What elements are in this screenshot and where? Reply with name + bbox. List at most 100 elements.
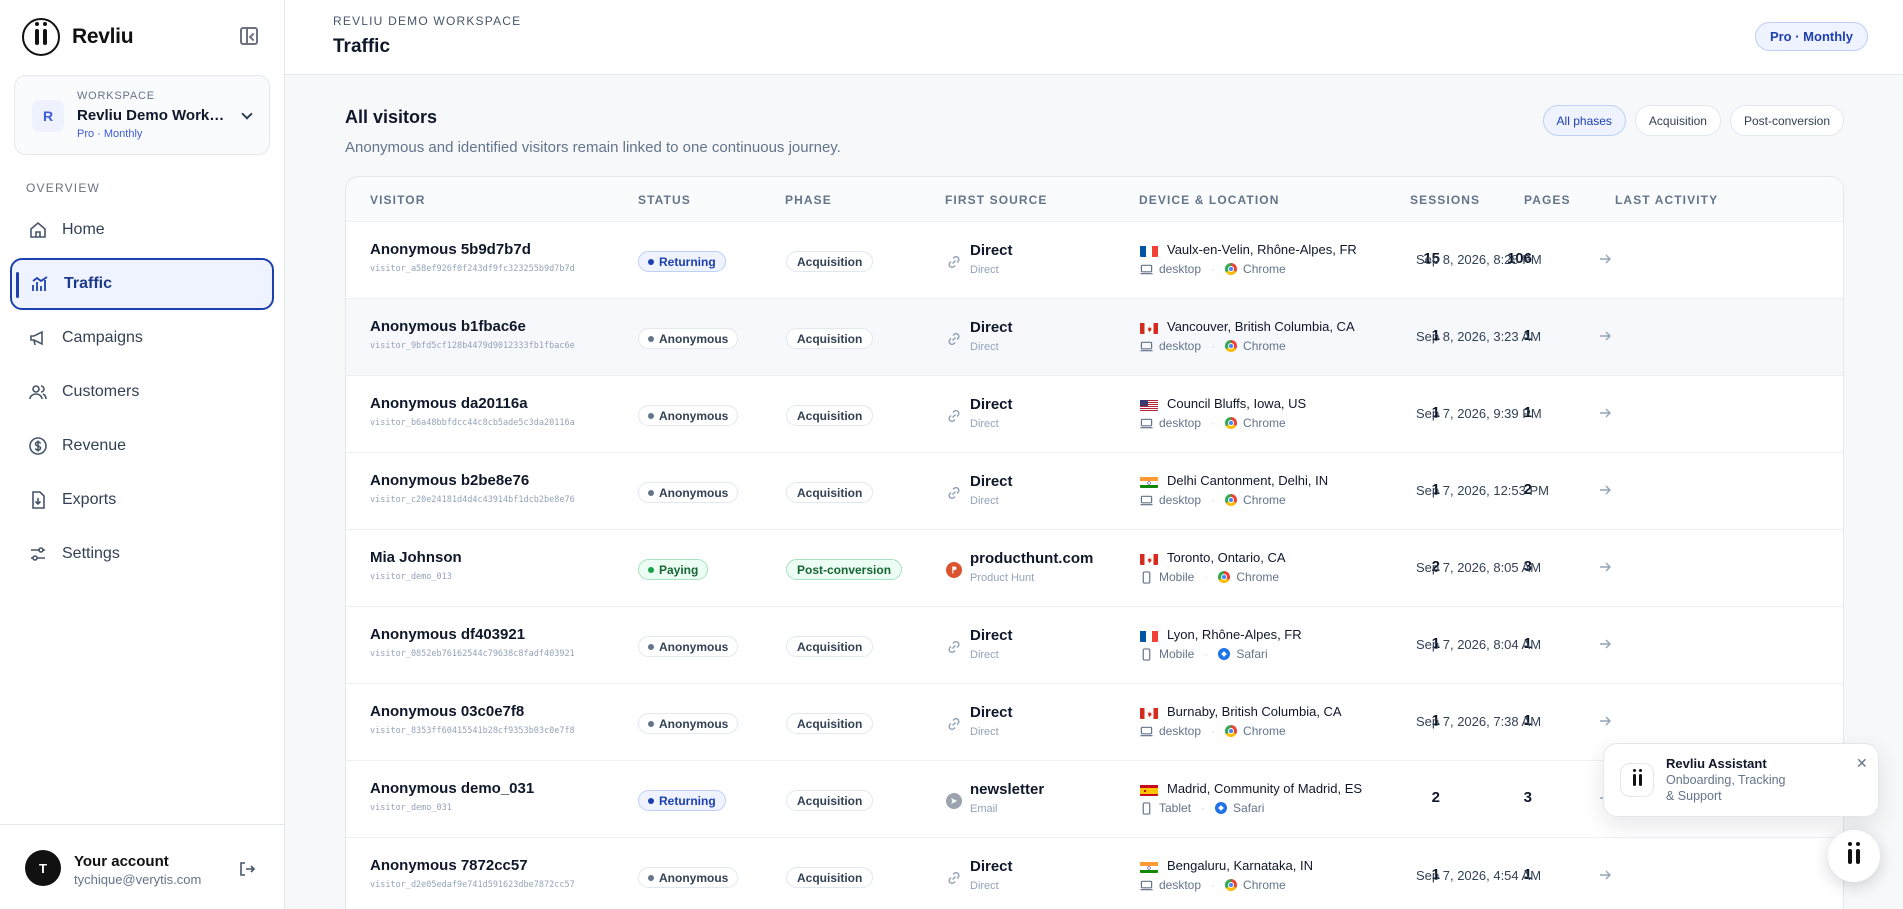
mobile-icon bbox=[1140, 647, 1153, 661]
first-source: Direct bbox=[970, 627, 1013, 644]
section-subtitle: Anonymous and identified visitors remain… bbox=[345, 139, 841, 156]
visitor-name[interactable]: Anonymous 7872cc57 bbox=[370, 857, 528, 874]
table-row[interactable]: Anonymous b2be8e76 visitor_c20e24181d4d4c… bbox=[346, 453, 1843, 530]
assistant-launcher-button[interactable] bbox=[1828, 830, 1880, 882]
chrome-icon bbox=[1225, 340, 1238, 352]
status-badge: Anonymous bbox=[638, 636, 739, 657]
visitor-id: visitor_b6a48bbfdcc44c8cb5ade5c3da20116a bbox=[370, 418, 575, 428]
status-dot-icon bbox=[648, 797, 654, 804]
separator: · bbox=[1211, 339, 1216, 353]
device-info: desktop · Chrome bbox=[1140, 339, 1286, 353]
visitor-name[interactable]: Anonymous da20116a bbox=[370, 395, 528, 412]
visitor-name[interactable]: Anonymous 03c0e7f8 bbox=[370, 703, 524, 720]
safari-icon bbox=[1218, 648, 1231, 660]
sidebar-item-traffic[interactable]: Traffic bbox=[10, 258, 274, 310]
flag-us-icon bbox=[1140, 399, 1158, 411]
arrow-right-icon[interactable] bbox=[1598, 637, 1612, 651]
arrow-right-icon[interactable] bbox=[1598, 714, 1612, 728]
status-badge: Anonymous bbox=[638, 867, 739, 888]
phase-badge: Post-conversion bbox=[786, 559, 903, 580]
table-row[interactable]: Anonymous b1fbac6e visitor_9bfd5cf128b447… bbox=[346, 299, 1843, 376]
table-row[interactable]: Anonymous df403921 visitor_0852eb76162544… bbox=[346, 607, 1843, 684]
desktop-icon bbox=[1140, 494, 1153, 507]
sidebar-item-campaigns[interactable]: Campaigns bbox=[10, 312, 274, 364]
location: Toronto, Ontario, CA bbox=[1167, 550, 1286, 565]
arrow-right-icon[interactable] bbox=[1598, 560, 1612, 574]
table-row[interactable]: Anonymous 7872cc57 visitor_d2e05edaf9e741… bbox=[346, 838, 1843, 909]
device-type: Mobile bbox=[1159, 570, 1195, 584]
status-badge: Returning bbox=[638, 790, 726, 811]
avatar[interactable]: T bbox=[25, 850, 61, 886]
table-row[interactable]: Mia Johnson visitor_demo_013 Paying Post-co… bbox=[346, 530, 1843, 607]
visitor-name[interactable]: Anonymous 5b9d7b7d bbox=[370, 241, 531, 258]
last-activity: Sep 7, 2026, 8:05 AM bbox=[1416, 560, 1542, 575]
close-icon[interactable]: ✕ bbox=[1856, 755, 1868, 772]
status-dot-icon bbox=[648, 489, 654, 496]
flag-ca-icon bbox=[1140, 707, 1158, 719]
section-title: All visitors bbox=[345, 107, 438, 127]
last-activity: Sep 7, 2026, 9:39 PM bbox=[1416, 406, 1542, 421]
arrow-right-icon[interactable] bbox=[1598, 483, 1612, 497]
phase-badge: Acquisition bbox=[786, 328, 874, 349]
brand-name: Revliu bbox=[72, 25, 134, 48]
table-row[interactable]: Anonymous da20116a visitor_b6a48bbfdcc44c… bbox=[346, 376, 1843, 453]
workspace-caption: REVLIU DEMO WORKSPACE bbox=[333, 14, 522, 28]
separator: · bbox=[1201, 801, 1206, 815]
assistant-popup[interactable]: Revliu Assistant Onboarding, Tracking & … bbox=[1603, 743, 1879, 817]
filter-post-conversion[interactable]: Post-conversion bbox=[1729, 105, 1844, 136]
first-source-type: Product Hunt bbox=[970, 572, 1035, 584]
device-info: desktop · Chrome bbox=[1140, 878, 1286, 892]
brand[interactable]: Revliu bbox=[22, 18, 134, 56]
last-activity: Sep 7, 2026, 7:38 AM bbox=[1416, 714, 1542, 729]
first-source: Direct bbox=[970, 704, 1013, 721]
status-label: Paying bbox=[659, 562, 699, 577]
device-info: desktop · Chrome bbox=[1140, 724, 1286, 738]
separator: · bbox=[1211, 724, 1216, 738]
visitor-name[interactable]: Anonymous b1fbac6e bbox=[370, 318, 526, 335]
plan-badge[interactable]: Pro · Monthly bbox=[1754, 22, 1868, 51]
arrow-right-icon[interactable] bbox=[1598, 329, 1612, 343]
column-header: DEVICE & LOCATION bbox=[1139, 193, 1280, 207]
sidebar-item-customers[interactable]: Customers bbox=[10, 366, 274, 418]
visitor-name[interactable]: Anonymous demo_031 bbox=[370, 780, 534, 797]
visitor-id: visitor_8353ff60415541b28cf9353b03c0e7f8 bbox=[370, 726, 575, 736]
first-source-type: Email bbox=[970, 803, 998, 815]
visitor-id: visitor_9bfd5cf128b4479d9012333fb1fbac6e bbox=[370, 341, 575, 351]
sliders-icon bbox=[28, 544, 48, 564]
status-badge: Paying bbox=[638, 559, 709, 580]
chrome-icon bbox=[1225, 725, 1238, 737]
status-label: Anonymous bbox=[659, 639, 729, 654]
link-icon bbox=[945, 484, 962, 501]
arrow-right-icon[interactable] bbox=[1598, 252, 1612, 266]
sidebar-item-home[interactable]: Home bbox=[10, 204, 274, 256]
assistant-title: Revliu Assistant bbox=[1666, 756, 1767, 771]
device-info: desktop · Chrome bbox=[1140, 416, 1286, 430]
table-row[interactable]: Anonymous 5b9d7b7d visitor_a58ef926f0f243… bbox=[346, 222, 1843, 299]
arrow-right-icon[interactable] bbox=[1598, 406, 1612, 420]
visitor-id: visitor_demo_031 bbox=[370, 803, 452, 813]
account-name[interactable]: Your account bbox=[74, 853, 169, 870]
column-header: PHASE bbox=[785, 193, 832, 207]
browser-name: Chrome bbox=[1243, 339, 1286, 353]
status-label: Anonymous bbox=[659, 716, 729, 731]
first-source: producthunt.com bbox=[970, 550, 1094, 567]
visitor-name[interactable]: Mia Johnson bbox=[370, 549, 462, 566]
sessions-count: 2 bbox=[1431, 789, 1440, 806]
sidebar-item-settings[interactable]: Settings bbox=[10, 528, 274, 580]
filter-all-phases[interactable]: All phases bbox=[1542, 105, 1626, 136]
flag-in-icon bbox=[1140, 476, 1158, 488]
status-badge: Anonymous bbox=[638, 482, 739, 503]
filter-acquisition[interactable]: Acquisition bbox=[1634, 105, 1721, 136]
arrow-right-icon[interactable] bbox=[1598, 868, 1612, 882]
collapse-sidebar-icon[interactable] bbox=[240, 27, 258, 45]
workspace-avatar: R bbox=[32, 100, 64, 132]
workspace-switcher[interactable]: R WORKSPACE Revliu Demo Workspace Pro · … bbox=[14, 75, 270, 155]
sidebar-item-exports[interactable]: Exports bbox=[10, 474, 274, 526]
visitor-name[interactable]: Anonymous b2be8e76 bbox=[370, 472, 529, 489]
visitor-name[interactable]: Anonymous df403921 bbox=[370, 626, 525, 643]
link-icon bbox=[945, 638, 962, 655]
workspace-plan: Pro · Monthly bbox=[77, 128, 143, 140]
last-activity: Sep 8, 2026, 3:23 AM bbox=[1416, 329, 1542, 344]
logout-icon[interactable] bbox=[238, 860, 256, 878]
sidebar-item-revenue[interactable]: Revenue bbox=[10, 420, 274, 472]
